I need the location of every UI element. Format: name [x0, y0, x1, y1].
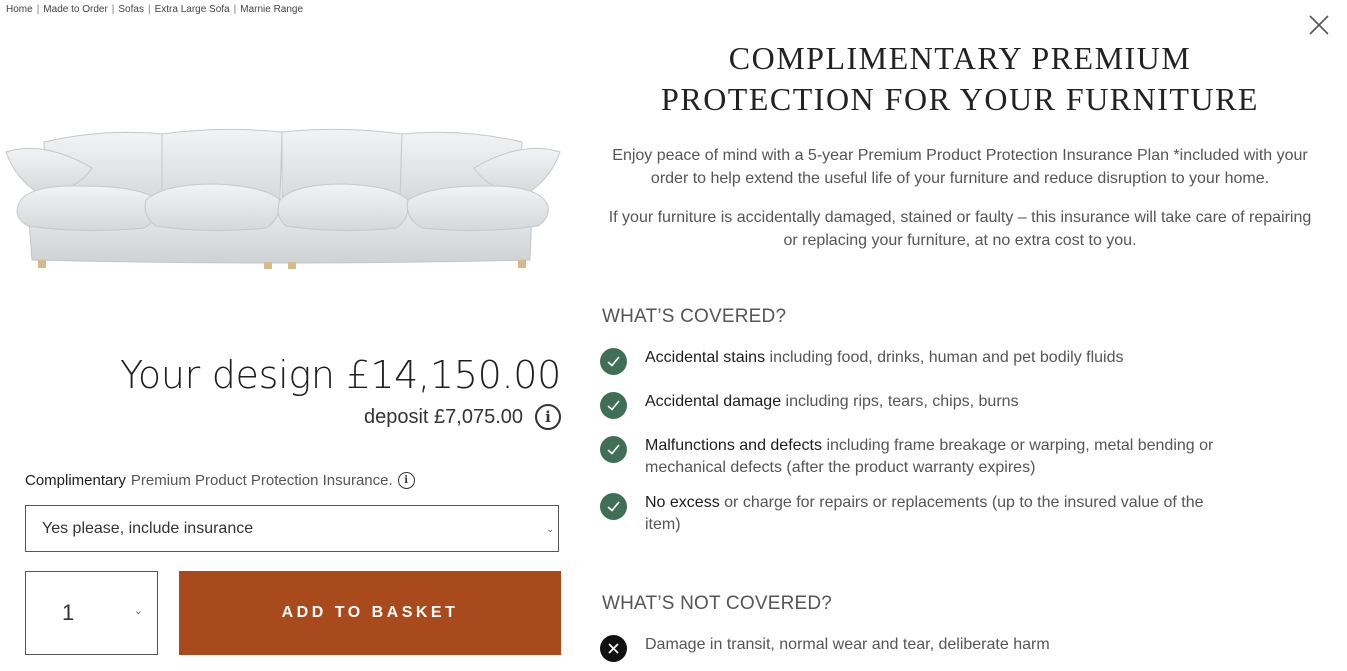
not-covered-item-text: Damage in transit, normal wear and tear,…: [645, 636, 1050, 653]
add-to-basket-button[interactable]: ADD TO BASKET: [179, 571, 561, 655]
chevron-down-icon: ⌄: [546, 524, 554, 534]
insurance-label: Complimentary Premium Product Protection…: [25, 472, 415, 489]
list-item: Damage in transit, normal wear and tear,…: [600, 634, 1240, 662]
breadcrumb-marnie-range[interactable]: Marnie Range: [240, 4, 303, 15]
covered-heading: WHAT’S COVERED?: [602, 306, 787, 327]
sofa-illustration: [5, 128, 561, 269]
breadcrumb-made-to-order[interactable]: Made to Order: [43, 4, 107, 15]
product-image: [4, 120, 564, 280]
modal-title-line-2: PROTECTION FOR YOUR FURNITURE: [661, 81, 1259, 117]
breadcrumb-sofas[interactable]: Sofas: [118, 4, 144, 15]
deposit-price: deposit £7,075.00: [363, 405, 523, 428]
quantity-select[interactable]: 1 ⌄: [25, 571, 158, 655]
insurance-label-text: Premium Product Protection Insurance.: [130, 472, 393, 489]
covered-list: Accidental stains including food, drinks…: [600, 347, 1240, 536]
deposit-row: deposit £7,075.00 i: [120, 404, 561, 430]
covered-item-text: including rips, tears, chips, burns: [781, 393, 1019, 410]
list-item: Accidental damage including rips, tears,…: [600, 391, 1240, 419]
list-item: No excess or charge for repairs or repla…: [600, 492, 1240, 536]
cross-icon: [600, 635, 627, 662]
quantity-value: 1: [62, 600, 75, 625]
breadcrumb-extra-large-sofa[interactable]: Extra Large Sofa: [155, 4, 230, 15]
modal-title-line-1: COMPLIMENTARY PREMIUM: [728, 40, 1192, 76]
breadcrumb: Home | Made to Order | Sofas | Extra Large Sof…: [6, 4, 304, 15]
not-covered-list: Damage in transit, normal wear and tear,…: [600, 634, 1240, 662]
close-icon[interactable]: [1308, 14, 1330, 36]
price-block: Your design £14,150.00 deposit £7,075.00…: [120, 350, 561, 430]
not-covered-heading: WHAT’S NOT COVERED?: [602, 593, 833, 614]
covered-item-title: Accidental stains: [645, 349, 766, 366]
list-item: Malfunctions and defects including frame…: [600, 435, 1240, 479]
intro-paragraph-2: If your furniture is accidentally damage…: [608, 209, 1312, 249]
modal-intro: Enjoy peace of mind with a 5-year Premiu…: [600, 144, 1320, 268]
check-icon: [600, 348, 627, 375]
breadcrumb-home[interactable]: Home: [6, 4, 33, 15]
insurance-select[interactable]: Yes please, include insurance ⌄: [25, 505, 559, 552]
design-price: Your design £14,150.00: [120, 353, 561, 397]
check-icon: [600, 436, 627, 463]
intro-paragraph-1: Enjoy peace of mind with a 5-year Premiu…: [612, 147, 1308, 187]
info-icon[interactable]: i: [535, 404, 561, 430]
chevron-down-icon: ⌄: [133, 605, 143, 617]
check-icon: [600, 493, 627, 520]
covered-item-text: or charge for repairs or replacements (u…: [645, 494, 1204, 533]
covered-item-title: Malfunctions and defects: [645, 437, 822, 454]
insurance-select-value: Yes please, include insurance: [42, 519, 254, 537]
list-item: Accidental stains including food, drinks…: [600, 347, 1240, 375]
check-icon: [600, 392, 627, 419]
page: Home | Made to Order | Sofas | Extra Large Sof…: [0, 0, 1347, 671]
insurance-info-icon[interactable]: i: [397, 472, 415, 489]
covered-item-text: including food, drinks, human and pet bo…: [765, 349, 1124, 366]
modal-title: COMPLIMENTARY PREMIUM PROTECTION FOR YOU…: [600, 38, 1320, 120]
covered-item-title: Accidental damage: [645, 393, 782, 410]
covered-item-title: No excess: [645, 494, 720, 511]
insurance-label-strong: Complimentary: [25, 472, 126, 489]
